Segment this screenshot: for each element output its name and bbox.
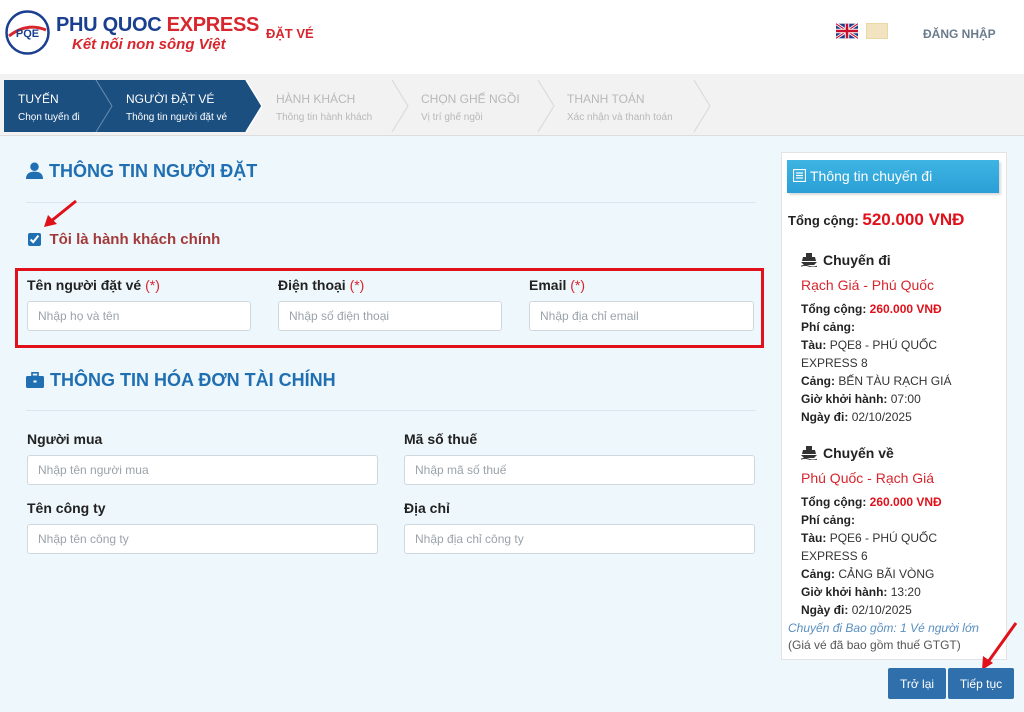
buyer-input[interactable] (27, 455, 378, 485)
return-ship: Tàu: PQE6 - PHÚ QUỐC EXPRESS 6 (801, 531, 938, 563)
invoice-section-title: THÔNG TIN HÓA ĐƠN TÀI CHÍNH (26, 370, 336, 391)
trip-note-italic: Chuyến đi Bao gồm: 1 Vé người lớn (788, 621, 979, 635)
brand-name-b: EXPRESS (166, 14, 260, 36)
user-icon (26, 162, 43, 179)
booker-section-title: THÔNG TIN NGƯỜI ĐẶT (26, 161, 257, 182)
outbound-ship: Tàu: PQE8 - PHÚ QUỐC EXPRESS 8 (801, 338, 938, 370)
section-divider (26, 410, 756, 411)
step-passengers: HÀNH KHÁCH Thông tin hành khách (276, 92, 372, 123)
booker-name-text: Tên người đặt vé (27, 277, 142, 293)
step-seats: CHỌN GHẾ NGỒI Vị trí ghế ngồi (421, 92, 520, 123)
site-header: PQE PHU QUOC EXPRESS Kết nối non sông Vi… (0, 0, 1024, 74)
briefcase-icon (26, 372, 44, 388)
brand-name: PHU QUOC EXPRESS (56, 14, 259, 37)
back-button[interactable]: Trở lại (888, 668, 946, 699)
return-port: Cảng: CẢNG BÃI VÒNG (801, 567, 935, 581)
section-divider (26, 202, 756, 203)
booker-email-input[interactable] (529, 301, 754, 331)
outbound-port: Cảng: BẾN TÀU RẠCH GIÁ (801, 374, 952, 388)
step-route[interactable]: TUYẾN Chọn tuyến đi (18, 92, 80, 123)
trip-summary-title: Thông tin chuyến đi (810, 168, 933, 184)
required-mark: (*) (145, 277, 160, 293)
trip-note: Chuyến đi Bao gồm: 1 Vé người lớn (Giá v… (788, 620, 1000, 654)
booker-phone-text: Điện thoại (278, 277, 346, 293)
outbound-heading: Chuyến đi (801, 252, 891, 268)
outbound-total: Tổng cộng: 260.000 VNĐ (801, 302, 942, 316)
annotation-arrow (44, 199, 77, 227)
buyer-label: Người mua (27, 431, 103, 447)
trip-summary-header: Thông tin chuyến đi (787, 160, 999, 193)
booker-email-text: Email (529, 277, 567, 293)
ship-icon (801, 253, 817, 267)
main-passenger-checkbox[interactable] (28, 233, 41, 247)
address-label: Địa chỉ (404, 500, 450, 516)
return-details: Tổng cộng: 260.000 VNĐ Phí cảng: Tàu: PQ… (801, 493, 996, 619)
nav-book-ticket[interactable]: ĐẶT VÉ (266, 26, 314, 41)
step-subtitle: Thông tin hành khách (276, 112, 373, 123)
step-subtitle: Vị trí ghế ngồi (421, 112, 483, 123)
step-subtitle: Thông tin người đặt vé (126, 112, 228, 123)
pqe-logo[interactable]: PQE (5, 10, 50, 55)
grand-total-label: Tổng cộng: (788, 213, 859, 228)
outbound-heading-text: Chuyến đi (823, 252, 891, 268)
annotation-arrow (982, 622, 1018, 670)
trip-note-plain: (Giá vé đã bao gồm thuế GTGT) (788, 638, 961, 652)
booker-section-text: THÔNG TIN NGƯỜI ĐẶT (49, 161, 258, 181)
address-input[interactable] (404, 524, 755, 554)
booker-name-label: Tên người đặt vé (*) (27, 277, 160, 293)
step-title: HÀNH KHÁCH (276, 92, 356, 106)
booking-steps: TUYẾN Chọn tuyến đi NGƯỜI ĐẶT VÉ Thông t… (0, 74, 1024, 136)
return-depart-time: Giờ khởi hành: 13:20 (801, 585, 921, 599)
list-icon (792, 168, 807, 183)
step-title: CHỌN GHẾ NGỒI (421, 92, 520, 106)
step-subtitle: Xác nhận và thanh toán (567, 112, 673, 123)
step-payment: THANH TOÁN Xác nhận và thanh toán (567, 92, 673, 123)
return-heading-text: Chuyến về (823, 445, 894, 461)
outbound-port-fee: Phí cảng: (801, 320, 856, 334)
svg-text:PQE: PQE (16, 28, 39, 40)
brand-tagline: Kết nối non sông Việt (72, 36, 226, 53)
booker-phone-label: Điện thoại (*) (278, 277, 364, 293)
required-mark: (*) (349, 277, 365, 293)
tax-code-input[interactable] (404, 455, 755, 485)
grand-total: Tổng cộng: 520.000 VNĐ (788, 210, 964, 230)
booker-name-input[interactable] (27, 301, 251, 331)
continue-button[interactable]: Tiếp tục (948, 668, 1014, 699)
step-title: NGƯỜI ĐẶT VÉ (126, 92, 215, 106)
step-title: TUYẾN (18, 92, 59, 106)
company-input[interactable] (27, 524, 378, 554)
english-flag-icon[interactable] (836, 23, 858, 39)
outbound-depart-time: Giờ khởi hành: 07:00 (801, 392, 921, 406)
brand-name-a: PHU QUOC (56, 14, 162, 36)
step-booker[interactable]: NGƯỜI ĐẶT VÉ Thông tin người đặt vé (126, 92, 227, 123)
grand-total-amount: 520.000 VNĐ (862, 210, 965, 229)
step-subtitle: Chọn tuyến đi (18, 112, 80, 123)
return-total: Tổng cộng: 260.000 VNĐ (801, 495, 942, 509)
step-title: THANH TOÁN (567, 92, 645, 106)
tax-code-label: Mã số thuế (404, 431, 478, 447)
outbound-route: Rạch Giá - Phú Quốc (801, 277, 935, 293)
return-heading: Chuyến về (801, 445, 894, 461)
invoice-section-text: THÔNG TIN HÓA ĐƠN TÀI CHÍNH (50, 370, 336, 390)
login-link[interactable]: ĐĂNG NHẬP (923, 27, 996, 41)
outbound-date: Ngày đi: 02/10/2025 (801, 410, 912, 424)
return-port-fee: Phí cảng: (801, 513, 856, 527)
return-date: Ngày đi: 02/10/2025 (801, 603, 912, 617)
required-mark: (*) (570, 277, 586, 293)
outbound-details: Tổng cộng: 260.000 VNĐ Phí cảng: Tàu: PQ… (801, 300, 996, 426)
booker-email-label: Email (*) (529, 277, 585, 293)
vietnamese-flag-icon[interactable] (866, 23, 888, 39)
main-passenger-label[interactable]: Tôi là hành khách chính (49, 231, 220, 248)
main-passenger-row: Tôi là hành khách chính (28, 231, 220, 249)
booker-phone-input[interactable] (278, 301, 502, 331)
ship-icon (801, 446, 817, 460)
return-route: Phú Quốc - Rạch Giá (801, 470, 935, 486)
company-label: Tên công ty (27, 500, 106, 516)
